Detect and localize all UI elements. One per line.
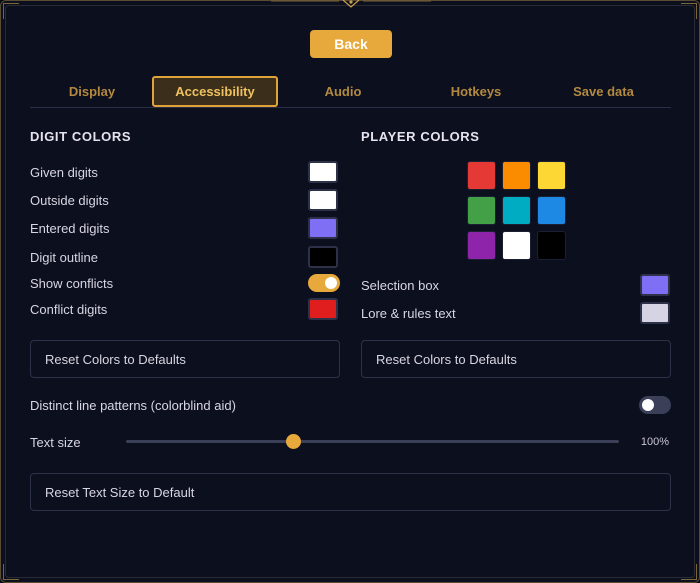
selection-box-label: Selection box xyxy=(361,278,440,293)
lore-rules-text-color-swatch[interactable] xyxy=(640,302,670,324)
player-colors-heading: PLAYER COLORS xyxy=(361,129,480,144)
corner-ornament-icon xyxy=(681,3,697,19)
settings-panel: Back Display Accessibility Audio Hotkeys… xyxy=(0,0,700,583)
tab-accessibility[interactable]: Accessibility xyxy=(152,76,278,107)
text-size-label: Text size xyxy=(30,435,81,450)
player-color-option[interactable] xyxy=(537,231,566,260)
reset-player-colors-button[interactable]: Reset Colors to Defaults xyxy=(361,340,671,378)
outside-digits-label: Outside digits xyxy=(30,193,109,208)
tab-hotkeys[interactable]: Hotkeys xyxy=(436,76,516,107)
digit-outline-label: Digit outline xyxy=(30,250,98,265)
tab-display[interactable]: Display xyxy=(30,76,154,107)
player-color-option[interactable] xyxy=(502,231,531,260)
corner-ornament-icon xyxy=(3,564,19,580)
show-conflicts-label: Show conflicts xyxy=(30,276,114,291)
back-button[interactable]: Back xyxy=(310,30,392,58)
line-patterns-toggle[interactable] xyxy=(639,396,671,414)
tab-save-data[interactable]: Save data xyxy=(556,76,651,107)
entered-digits-color-swatch[interactable] xyxy=(308,217,338,239)
text-size-value: 100% xyxy=(640,436,669,448)
given-digits-label: Given digits xyxy=(30,165,98,180)
player-color-option[interactable] xyxy=(467,231,496,260)
text-size-slider-thumb[interactable] xyxy=(286,434,302,449)
lore-rules-text-label: Lore & rules text xyxy=(361,306,456,321)
given-digits-color-swatch[interactable] xyxy=(308,161,338,183)
player-color-option[interactable] xyxy=(537,196,566,225)
text-size-slider-track[interactable] xyxy=(126,440,619,443)
player-color-option[interactable] xyxy=(537,161,566,190)
toggle-knob xyxy=(325,277,337,289)
ornament-top-icon xyxy=(271,0,431,8)
selection-box-color-swatch[interactable] xyxy=(640,274,670,296)
player-color-option[interactable] xyxy=(467,161,496,190)
conflict-digits-label: Conflict digits xyxy=(30,302,108,317)
player-color-option[interactable] xyxy=(467,196,496,225)
corner-ornament-icon xyxy=(681,564,697,580)
show-conflicts-toggle[interactable] xyxy=(308,274,340,292)
reset-text-size-button[interactable]: Reset Text Size to Default xyxy=(30,473,671,511)
line-patterns-label: Distinct line patterns (colorblind aid) xyxy=(30,398,236,413)
reset-digit-colors-button[interactable]: Reset Colors to Defaults xyxy=(30,340,340,378)
entered-digits-label: Entered digits xyxy=(30,221,110,236)
tab-audio[interactable]: Audio xyxy=(310,76,376,107)
toggle-knob xyxy=(642,399,654,411)
player-color-option[interactable] xyxy=(502,161,531,190)
conflict-digits-color-swatch[interactable] xyxy=(308,298,338,320)
digit-outline-color-swatch[interactable] xyxy=(308,246,338,268)
player-color-option[interactable] xyxy=(502,196,531,225)
digit-colors-heading: DIGIT COLORS xyxy=(30,129,132,144)
settings-tabs: Display Accessibility Audio Hotkeys Save… xyxy=(30,76,671,108)
corner-ornament-icon xyxy=(3,3,19,19)
outside-digits-color-swatch[interactable] xyxy=(308,189,338,211)
